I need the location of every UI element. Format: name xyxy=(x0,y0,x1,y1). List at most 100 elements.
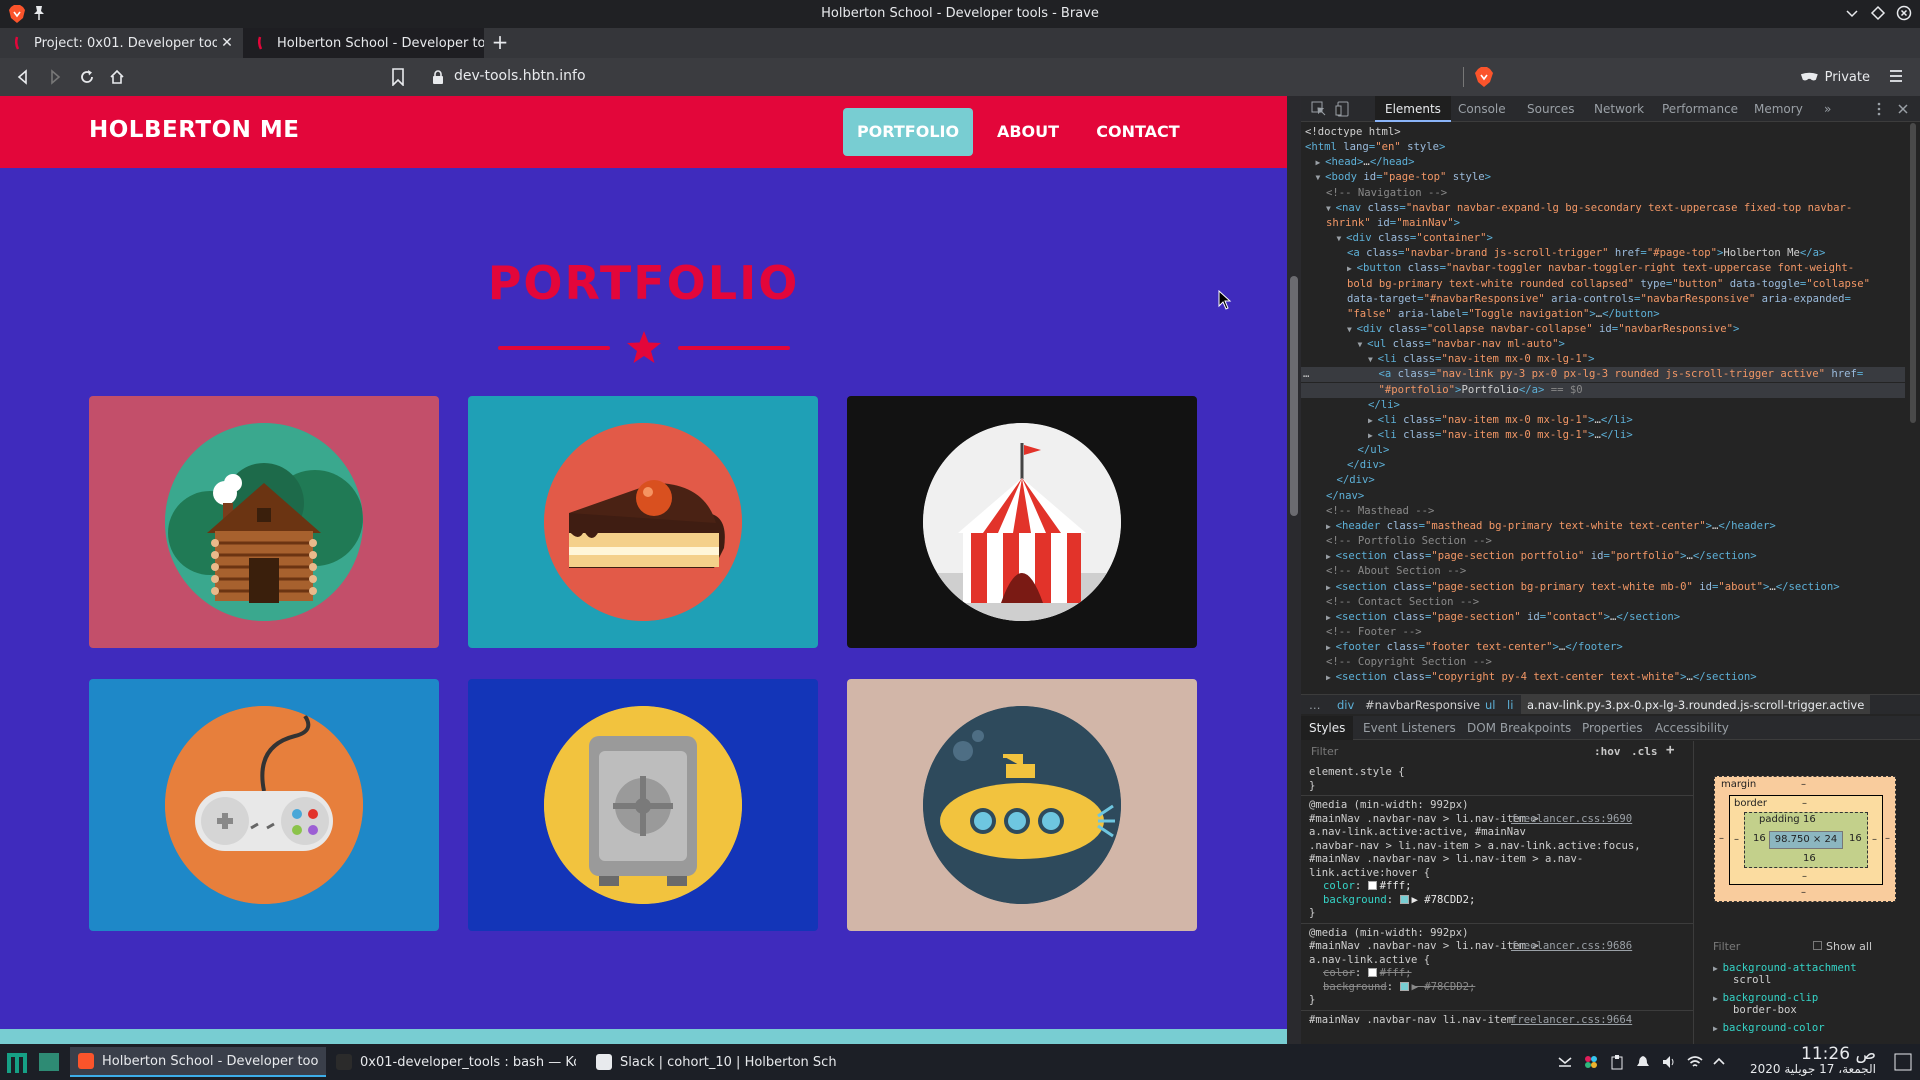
tab-accessibility[interactable]: Accessibility xyxy=(1655,716,1729,740)
portfolio-item-controller[interactable] xyxy=(89,679,439,931)
nav-about-link[interactable]: ABOUT xyxy=(985,108,1071,156)
devtools-tab-console[interactable]: Console xyxy=(1458,96,1506,122)
dom-node-line[interactable]: "#portfolio">Portfolio</a> == $0 xyxy=(1301,382,1905,398)
css-selector[interactable]: a.nav-link.active { xyxy=(1309,954,1430,967)
expand-arrow-icon[interactable]: ▶ xyxy=(1326,673,1336,682)
portfolio-item-circus[interactable] xyxy=(847,396,1197,648)
devtools-tab-elements[interactable]: Elements xyxy=(1375,96,1451,122)
computed-filter-input[interactable]: Filter xyxy=(1713,940,1740,953)
address-bar[interactable]: dev-tools.hbtn.info xyxy=(420,63,1532,91)
dom-node-line[interactable]: <html lang="en" style> xyxy=(1301,140,1445,155)
reload-icon[interactable] xyxy=(78,68,96,86)
dom-tree[interactable]: <!doctype html> <html lang="en" style> ▶ <… xyxy=(1301,123,1905,683)
dom-node-line[interactable]: ▶ <section class="copyright py-4 text-ce… xyxy=(1301,670,1757,683)
expand-arrow-icon[interactable]: ▶ xyxy=(1368,416,1378,425)
styles-pane[interactable]: element.style {} @media (min-width: 992px… xyxy=(1301,764,1693,1044)
dom-node-line[interactable]: ▼ <div class="container"> xyxy=(1301,231,1493,246)
css-selector[interactable]: element.style { xyxy=(1309,766,1405,779)
computed-property-name[interactable]: ▶ background-clip xyxy=(1713,992,1818,1004)
wifi-icon[interactable] xyxy=(1687,1054,1703,1070)
expand-arrow-icon[interactable]: ▶ xyxy=(1316,158,1326,167)
devtools-tab-memory[interactable]: Memory xyxy=(1754,96,1803,122)
tab-properties[interactable]: Properties xyxy=(1582,716,1643,740)
node-options-ellipsis[interactable]: … xyxy=(1303,367,1309,382)
portfolio-item-cabin[interactable] xyxy=(89,396,439,648)
css-property-value[interactable]: #fff; xyxy=(1380,880,1412,892)
dom-node-line[interactable]: ▶ <head>…</head> xyxy=(1301,155,1415,170)
home-icon[interactable] xyxy=(108,68,126,86)
dom-node-line[interactable]: ▶ <header class="masthead bg-primary tex… xyxy=(1301,519,1776,534)
private-window-indicator[interactable]: Private xyxy=(1800,66,1870,88)
dom-node-line[interactable]: </div> xyxy=(1301,458,1385,473)
breadcrumb-a-active[interactable]: a.nav-link.py-3.px-0.px-lg-3.rounded.js-… xyxy=(1521,695,1871,714)
taskbar-window-item[interactable]: Holberton School - Developer tool… xyxy=(70,1047,326,1077)
dom-node-line[interactable]: ▼ <div class="collapse navbar-collapse" … xyxy=(1301,322,1739,337)
show-desktop-icon[interactable] xyxy=(1894,1053,1912,1071)
dom-node-line[interactable]: <!-- Footer --> xyxy=(1301,625,1422,640)
dom-node-line[interactable]: </li> xyxy=(1301,398,1400,413)
dom-node-line[interactable]: </nav> xyxy=(1301,489,1364,504)
css-property[interactable]: background: ▶ #78CDD2; xyxy=(1323,894,1475,907)
expand-arrow-icon[interactable]: ▶ xyxy=(1713,964,1723,973)
system-tray-icon-1[interactable] xyxy=(1557,1054,1573,1070)
taskbar-window-item[interactable]: 0x01-developer_tools : bash — Ko… xyxy=(328,1047,584,1077)
tab-project[interactable]: Project: 0x01. Developer tools ✕ xyxy=(0,28,243,58)
expand-arrow-icon[interactable]: ▼ xyxy=(1347,325,1357,334)
tab-holberton-devtools[interactable]: Holberton School - Developer tools xyxy=(243,28,484,58)
close-devtools-icon[interactable] xyxy=(1895,101,1911,117)
dom-node-line[interactable]: <!-- Portfolio Section --> xyxy=(1301,534,1492,549)
dom-node-line[interactable]: ▶ <button class="navbar-toggler navbar-t… xyxy=(1301,261,1854,276)
tab-close-icon[interactable]: ✕ xyxy=(217,35,237,51)
nav-portfolio-link[interactable]: PORTFOLIO xyxy=(843,108,973,156)
pane-divider[interactable] xyxy=(1693,741,1694,1044)
computed-property-name[interactable]: ▶ background-color xyxy=(1713,1022,1825,1034)
tab-dom-breakpoints[interactable]: DOM Breakpoints xyxy=(1467,716,1571,740)
dom-node-line[interactable]: ▼ <ul class="navbar-nav ml-auto"> xyxy=(1301,337,1565,352)
dom-node-line[interactable]: ▶ <li class="nav-item mx-0 mx-lg-1">…</l… xyxy=(1301,413,1633,428)
dom-node-line[interactable]: <a class="navbar-brand js-scroll-trigger… xyxy=(1301,246,1825,261)
dom-scrollbar-thumb[interactable] xyxy=(1910,123,1916,423)
css-property[interactable]: color: #fff; xyxy=(1323,967,1412,980)
cls-toggle[interactable]: .cls xyxy=(1631,745,1658,758)
css-selector[interactable]: @media (min-width: 992px) xyxy=(1309,799,1468,812)
brave-shields-icon[interactable] xyxy=(1474,66,1494,88)
taskbar-window-item[interactable]: Slack | cohort_10 | Holberton Sch… xyxy=(588,1047,844,1077)
css-selector[interactable]: #mainNav .navbar-nav > li.nav-item > a.n… xyxy=(1309,853,1583,866)
tab-event-listeners[interactable]: Event Listeners xyxy=(1363,716,1456,740)
dom-node-line[interactable]: </div> xyxy=(1301,473,1375,488)
css-selector[interactable]: } xyxy=(1309,780,1315,793)
color-swatch-icon[interactable] xyxy=(1367,968,1377,977)
expand-arrow-icon[interactable]: ▼ xyxy=(1337,234,1347,243)
dom-node-line[interactable]: ▶ <section class="page-section bg-primar… xyxy=(1301,580,1840,595)
breadcrumb-ul[interactable]: ul xyxy=(1485,695,1495,714)
expand-arrow-icon[interactable]: ▶ xyxy=(1326,643,1336,652)
inspect-element-icon[interactable] xyxy=(1311,101,1327,117)
nav-contact-link[interactable]: CONTACT xyxy=(1085,108,1191,156)
css-property-name[interactable]: color xyxy=(1323,880,1355,892)
css-source-link[interactable]: freelancer.css:9690 xyxy=(1511,813,1632,826)
new-tab-button[interactable]: + xyxy=(490,32,510,53)
dom-node-line[interactable]: ▶ <section class="page-section portfolio… xyxy=(1301,549,1757,564)
device-toolbar-icon[interactable] xyxy=(1335,101,1351,117)
app-launcher-icon[interactable] xyxy=(6,1052,28,1074)
dom-node-line[interactable]: ▶ <footer class="footer text-center">…</… xyxy=(1301,640,1623,655)
css-selector[interactable]: .navbar-nav > li.nav-item > a.nav-link.a… xyxy=(1309,840,1641,853)
css-selector[interactable]: @media (min-width: 992px) xyxy=(1309,927,1468,940)
css-selector[interactable]: #mainNav .navbar-nav > li.nav-item > free… xyxy=(1309,940,1632,953)
notifications-icon[interactable] xyxy=(1635,1054,1651,1070)
expand-arrow-icon[interactable]: ▼ xyxy=(1368,355,1378,364)
portfolio-item-cake[interactable] xyxy=(468,396,818,648)
dom-node-line[interactable]: ▶ <li class="nav-item mx-0 mx-lg-1">…</l… xyxy=(1301,428,1633,443)
dom-scrollbar[interactable] xyxy=(1906,123,1920,683)
forward-icon[interactable] xyxy=(46,68,64,86)
expand-arrow-icon[interactable]: ▶ xyxy=(1368,431,1378,440)
hov-toggle[interactable]: :hov xyxy=(1594,745,1621,758)
page-scrollbar[interactable] xyxy=(1287,96,1301,1044)
dom-node-line[interactable]: <!-- Contact Section --> xyxy=(1301,595,1479,610)
dom-node-line[interactable]: shrink" id="mainNav"> xyxy=(1301,216,1460,231)
dom-node-line[interactable]: … <a class = "nav-link py-3 px-0 px-lg-3 r… xyxy=(1301,367,1905,383)
bookmark-icon[interactable] xyxy=(391,68,405,86)
portfolio-item-safe[interactable] xyxy=(468,679,818,931)
css-property[interactable]: background: ▶ #78CDD2; xyxy=(1323,981,1475,994)
expand-arrow-icon[interactable]: ▶ xyxy=(1326,552,1336,561)
